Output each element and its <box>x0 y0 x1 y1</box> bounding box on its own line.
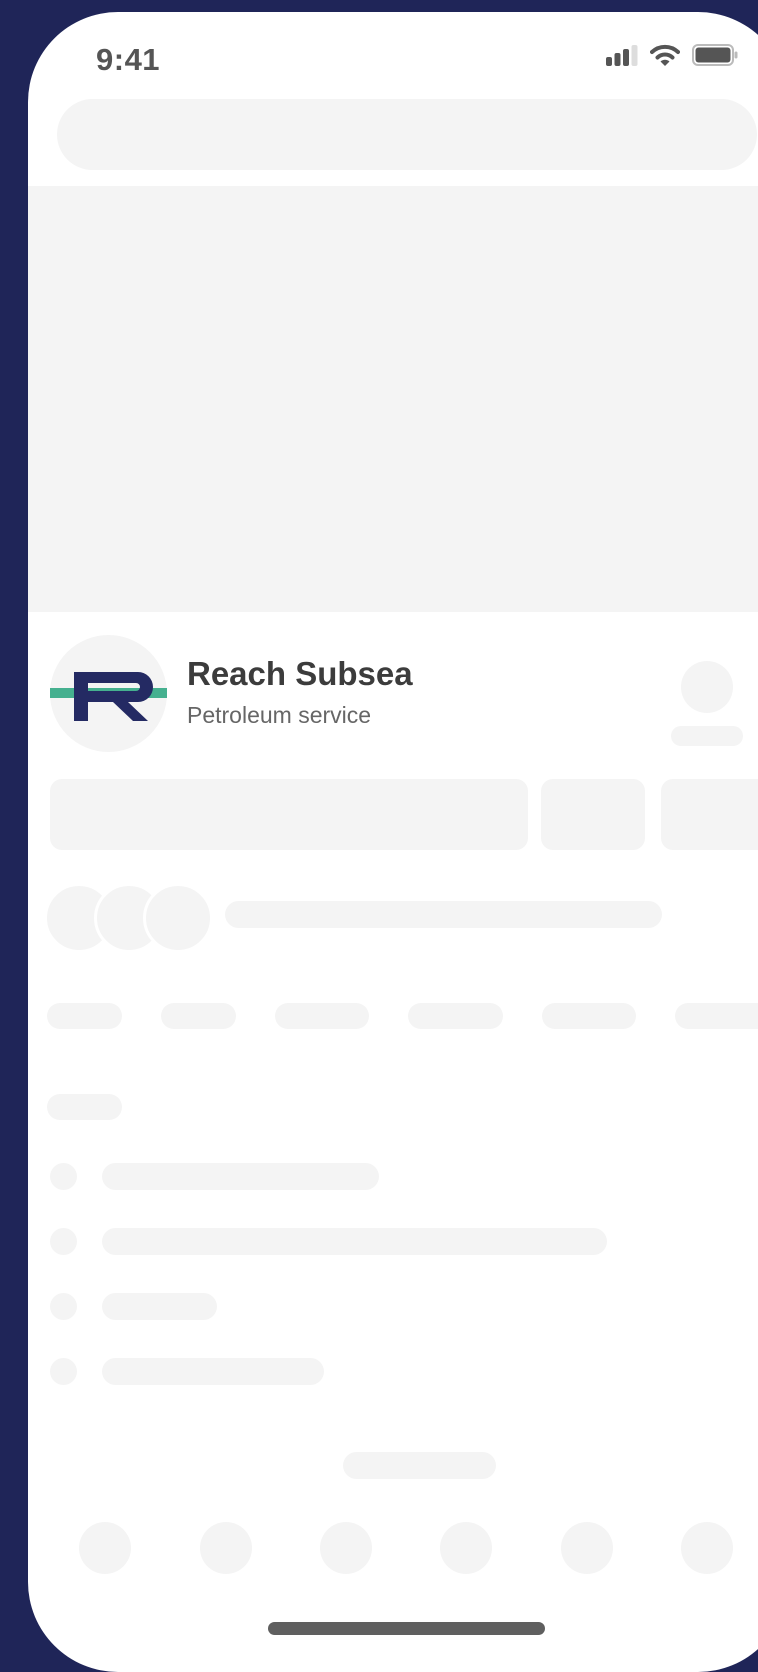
tab-placeholder[interactable] <box>275 1003 369 1029</box>
tab-bar-item-placeholder[interactable] <box>79 1522 131 1574</box>
reach-subsea-logo-icon <box>50 672 167 721</box>
tab-placeholder[interactable] <box>675 1003 758 1029</box>
cellular-signal-icon <box>606 45 638 66</box>
list-item-placeholder <box>102 1293 217 1320</box>
section-heading-placeholder <box>47 1094 122 1120</box>
list-item-placeholder <box>102 1163 379 1190</box>
tab-placeholder[interactable] <box>161 1003 236 1029</box>
company-logo <box>50 635 167 752</box>
battery-icon <box>692 44 738 66</box>
search-bar-placeholder[interactable] <box>57 99 757 170</box>
home-indicator[interactable] <box>268 1622 545 1635</box>
status-icons <box>606 44 738 66</box>
list-bullet-placeholder <box>50 1293 77 1320</box>
tab-bar-item-placeholder[interactable] <box>200 1522 252 1574</box>
list-bullet-placeholder <box>50 1358 77 1385</box>
tab-bar-item-placeholder[interactable] <box>440 1522 492 1574</box>
avatar-placeholder <box>143 883 213 953</box>
company-name: Reach Subsea <box>187 655 413 692</box>
action-label-placeholder <box>671 726 743 746</box>
list-bullet-placeholder <box>50 1163 77 1190</box>
secondary-button-placeholder[interactable] <box>541 779 645 850</box>
wifi-icon <box>650 44 680 66</box>
tab-placeholder[interactable] <box>542 1003 636 1029</box>
phone-screen: 9:41 Reach Subsea Petroleum service <box>28 12 758 1672</box>
show-more-placeholder[interactable] <box>343 1452 496 1479</box>
cover-image-placeholder <box>28 186 758 612</box>
tab-placeholder[interactable] <box>47 1003 122 1029</box>
tertiary-button-placeholder[interactable] <box>661 779 758 850</box>
list-bullet-placeholder <box>50 1228 77 1255</box>
status-time: 9:41 <box>96 42 161 77</box>
tab-bar-item-placeholder[interactable] <box>561 1522 613 1574</box>
tab-bar-item-placeholder[interactable] <box>320 1522 372 1574</box>
company-category: Petroleum service <box>187 702 372 728</box>
members-text-placeholder <box>225 901 662 928</box>
tab-placeholder[interactable] <box>408 1003 503 1029</box>
list-item-placeholder <box>102 1228 607 1255</box>
tab-bar-item-placeholder[interactable] <box>681 1522 733 1574</box>
action-icon-placeholder[interactable] <box>681 661 733 713</box>
list-item-placeholder <box>102 1358 324 1385</box>
primary-button-placeholder[interactable] <box>50 779 528 850</box>
